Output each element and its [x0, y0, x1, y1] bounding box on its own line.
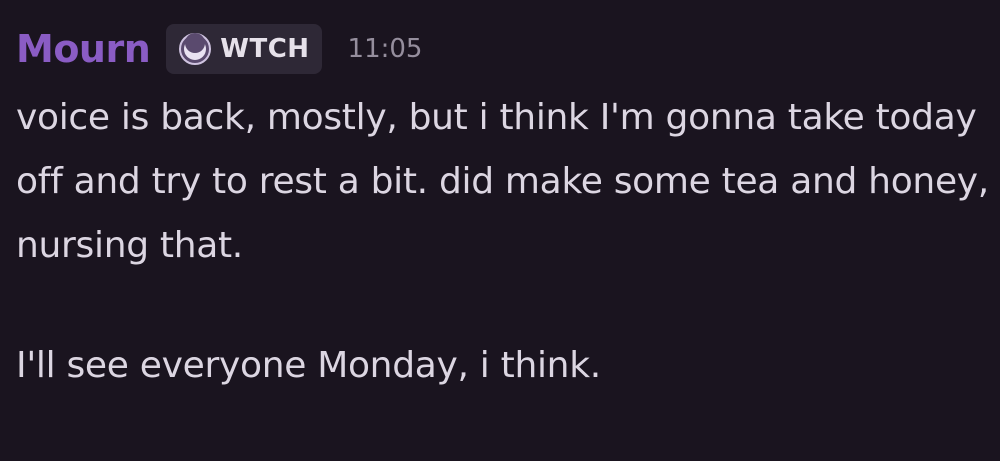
server-tag-label: WTCH: [220, 34, 310, 64]
message-paragraph: voice is back, mostly, but i think I'm g…: [16, 97, 989, 266]
message-content: voice is back, mostly, but i think I'm g…: [16, 86, 991, 398]
message-paragraph: I'll see everyone Monday, i think.: [16, 345, 601, 386]
moon-icon: [179, 33, 212, 65]
message-timestamp[interactable]: 11:05: [348, 34, 423, 64]
server-tag-badge[interactable]: WTCH: [166, 24, 322, 74]
message-header: Mourn WTCH 11:05: [16, 22, 1000, 76]
author-name[interactable]: Mourn: [16, 30, 151, 68]
chat-message: Mourn WTCH 11:05 voice is back, mostly, …: [0, 0, 1000, 461]
